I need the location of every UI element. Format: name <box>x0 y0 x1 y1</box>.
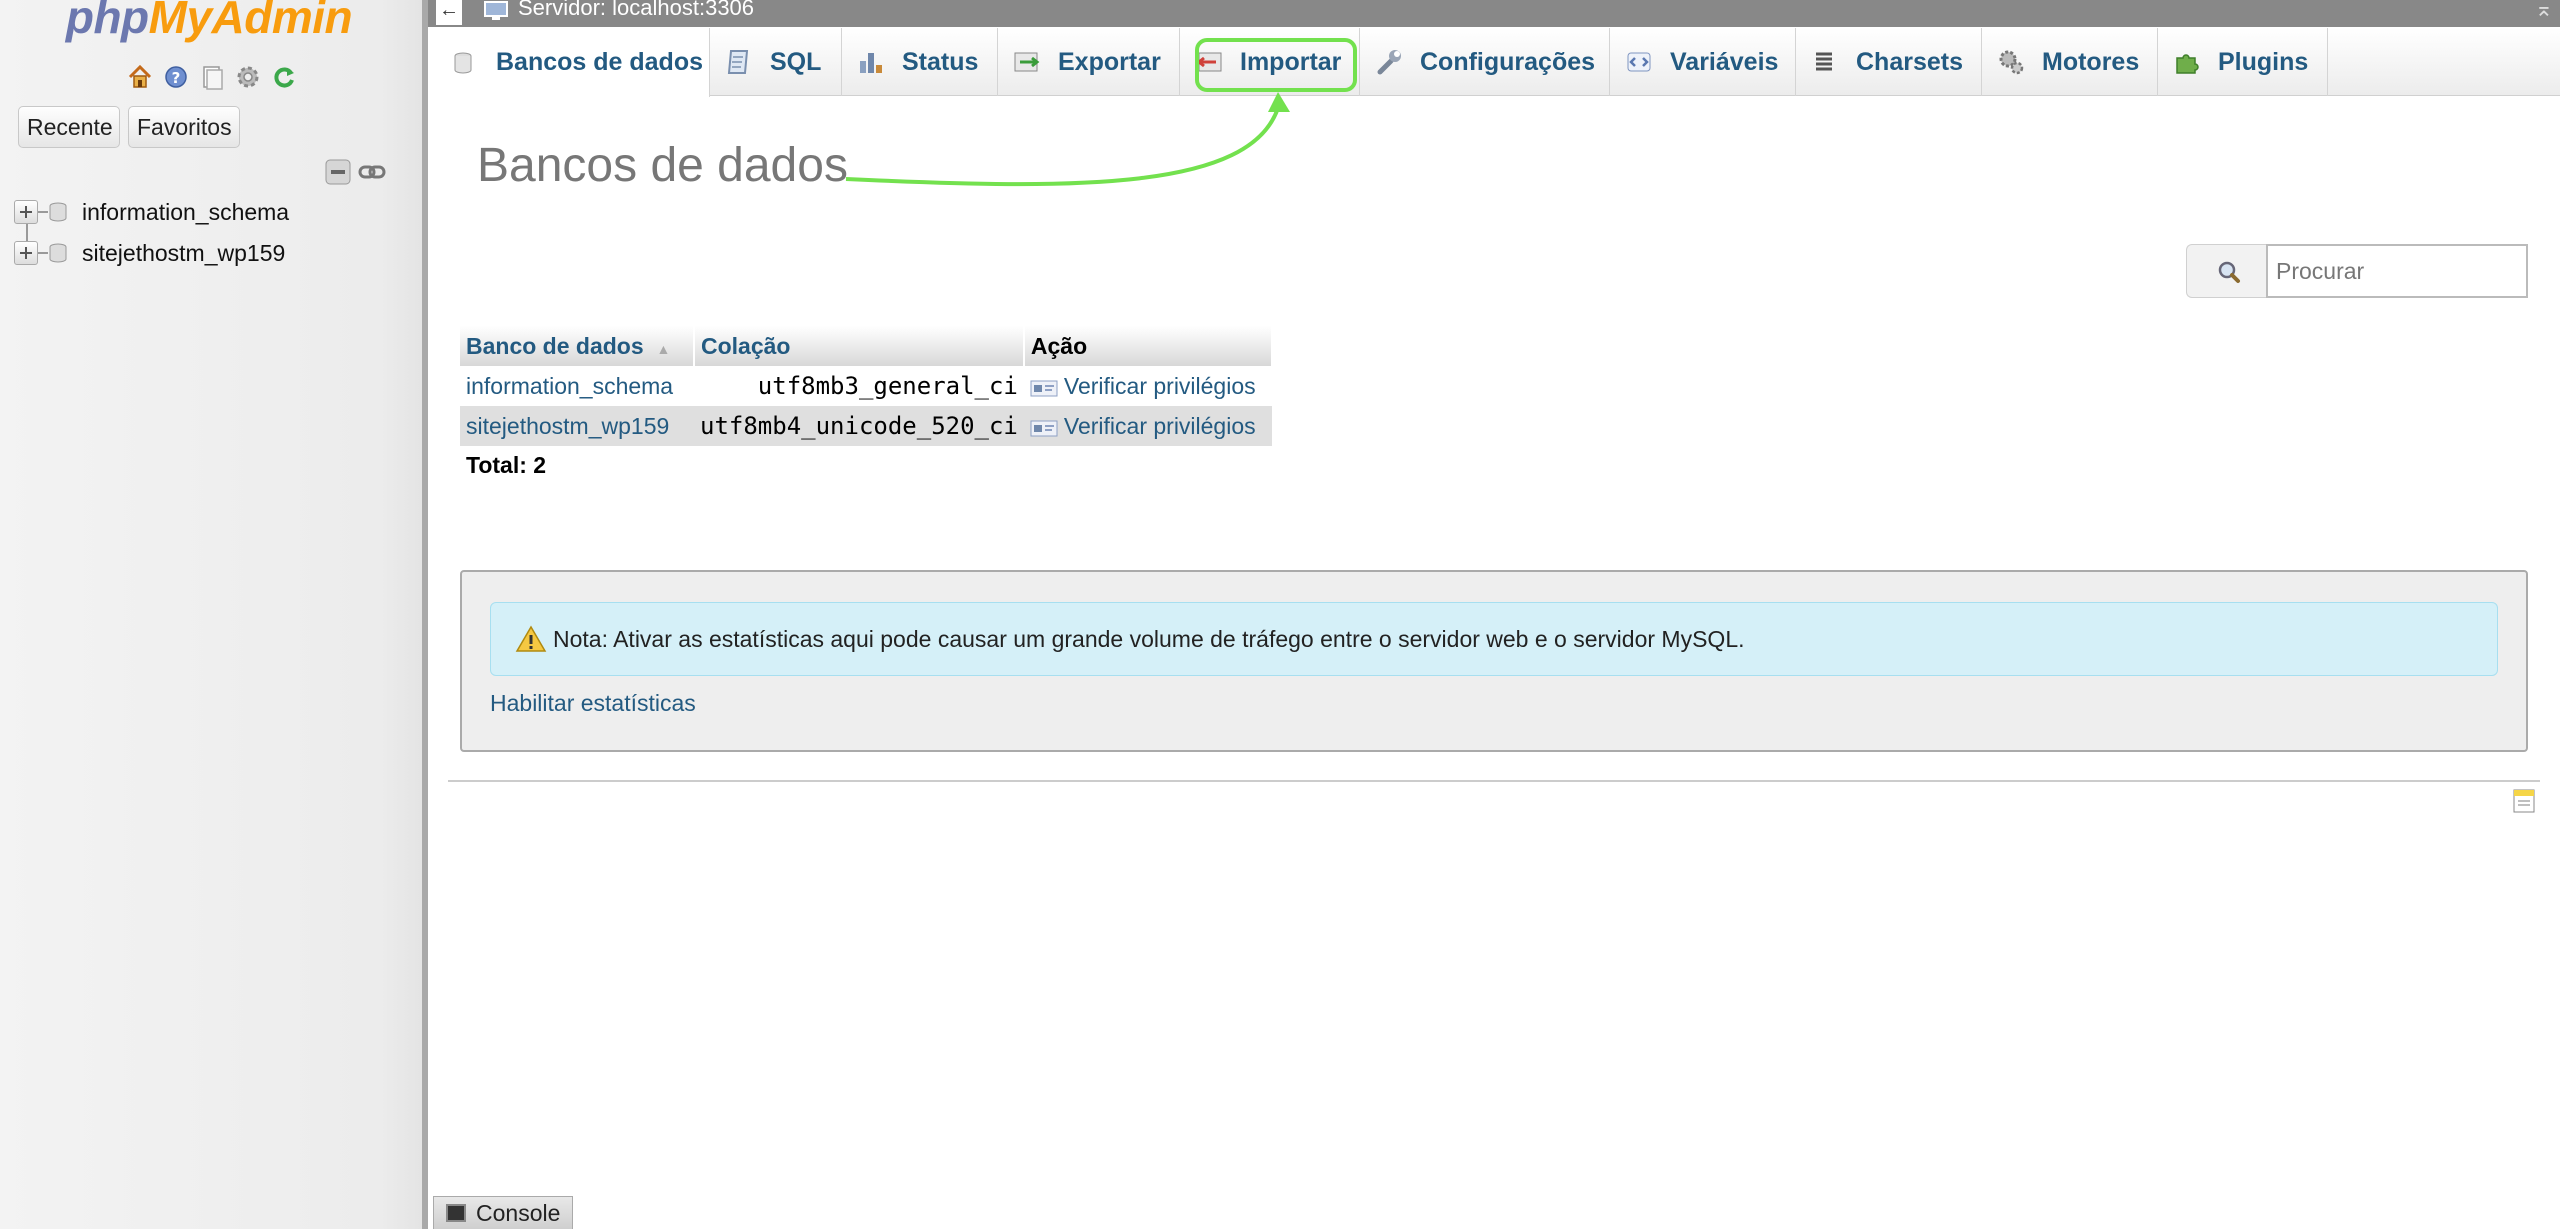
wrench-icon <box>1374 47 1404 77</box>
top-menu-tabs: Bancos de dados SQL Status Exportar Impo… <box>436 28 2560 97</box>
status-icon <box>856 47 886 77</box>
tree-item-label[interactable]: information_schema <box>82 199 289 226</box>
tab-engines[interactable]: Motores <box>1982 28 2158 96</box>
docs-icon[interactable] <box>198 63 226 91</box>
collation-value: utf8mb3_general_ci <box>694 366 1024 406</box>
enable-statistics-link[interactable]: Habilitar estatísticas <box>490 690 696 717</box>
tab-settings[interactable]: Configurações <box>1360 28 1610 96</box>
database-name-link[interactable]: information_schema <box>460 366 694 406</box>
check-privileges-link[interactable]: Verificar privilégios <box>1023 406 1272 446</box>
server-icon <box>483 0 509 22</box>
import-icon <box>1194 47 1224 77</box>
tab-databases[interactable]: Bancos de dados <box>436 28 710 97</box>
table-total: Total: 2 <box>466 452 547 478</box>
page-settings-icon[interactable] <box>2512 788 2536 814</box>
column-header-action: Ação <box>1023 326 1273 366</box>
table-header-row: Banco de dados ▲ Colação Ação <box>460 326 1273 366</box>
notice-message: Nota: Ativar as estatísticas aqui pode c… <box>490 602 2498 676</box>
tab-export[interactable]: Exportar <box>998 28 1180 96</box>
home-icon[interactable] <box>126 63 154 91</box>
privileges-icon <box>1030 377 1058 397</box>
privileges-icon <box>1030 417 1058 437</box>
column-header-collation[interactable]: Colação <box>694 326 1025 366</box>
column-header-database[interactable]: Banco de dados ▲ <box>460 326 695 366</box>
expand-icon[interactable] <box>14 200 38 224</box>
favorites-button[interactable]: Favoritos <box>128 106 240 148</box>
notice-text: Nota: Ativar as estatísticas aqui pode c… <box>553 625 1745 652</box>
tab-sql[interactable]: SQL <box>710 28 842 96</box>
console-toggle[interactable]: Console <box>433 1196 573 1229</box>
database-icon <box>48 201 68 223</box>
database-icon <box>48 242 68 264</box>
recent-button[interactable]: Recente <box>18 106 120 148</box>
databases-table: Banco de dados ▲ Colação Ação informatio… <box>460 326 1273 446</box>
navigation-panel: phpMyAdmin ? Recente Favoritos informati… <box>0 0 428 1229</box>
tree-item-label[interactable]: sitejethostm_wp159 <box>82 240 285 267</box>
statistics-fieldset: Nota: Ativar as estatísticas aqui pode c… <box>460 570 2528 752</box>
table-row: information_schema utf8mb3_general_ci Ve… <box>460 366 1272 406</box>
sort-ascending-icon: ▲ <box>656 340 671 357</box>
settings-icon[interactable] <box>234 63 262 91</box>
database-search <box>2186 244 2528 298</box>
tab-plugins[interactable]: Plugins <box>2158 28 2328 96</box>
tab-variables[interactable]: Variáveis <box>1610 28 1796 96</box>
warning-icon <box>515 624 547 654</box>
table-row: sitejethostm_wp159 utf8mb4_unicode_520_c… <box>460 406 1272 446</box>
sql-icon <box>724 47 754 77</box>
charsets-icon <box>1810 47 1840 77</box>
search-input[interactable] <box>2266 244 2528 298</box>
phpmyadmin-logo[interactable]: phpMyAdmin <box>0 0 418 44</box>
sort-by-database-link[interactable]: Banco de dados <box>466 333 644 359</box>
server-breadcrumb-bar: ← Servidor: localhost:3306 ⌅ <box>428 0 2560 27</box>
export-icon <box>1012 47 1042 77</box>
svg-text:?: ? <box>172 69 181 87</box>
collapse-arrow-icon[interactable]: ⌅ <box>2532 0 2556 23</box>
tree-connector <box>38 252 48 254</box>
tree-item-database[interactable]: information_schema <box>14 195 289 229</box>
collapse-all-icon[interactable] <box>324 158 352 186</box>
page-title: Bancos de dados <box>477 139 848 192</box>
console-label: Console <box>476 1199 561 1226</box>
check-privileges-link[interactable]: Verificar privilégios <box>1023 366 1272 406</box>
help-icon[interactable]: ? <box>162 63 190 91</box>
server-link[interactable]: Servidor: localhost:3306 <box>518 0 754 19</box>
database-icon <box>450 48 480 78</box>
tab-charsets[interactable]: Charsets <box>1796 28 1982 96</box>
search-icon-box <box>2186 244 2268 298</box>
plugin-icon <box>2172 47 2202 77</box>
divider <box>448 780 2540 782</box>
tab-import[interactable]: Importar <box>1180 28 1360 96</box>
console-icon <box>446 1204 466 1222</box>
tree-item-database[interactable]: sitejethostm_wp159 <box>14 236 285 270</box>
back-arrow-icon[interactable]: ← <box>436 0 462 25</box>
search-icon <box>2218 261 2240 283</box>
collation-value: utf8mb4_unicode_520_ci <box>694 406 1024 446</box>
link-with-main-panel-icon[interactable] <box>358 160 386 184</box>
engines-icon <box>1996 47 2026 77</box>
variables-icon <box>1624 47 1654 77</box>
database-name-link[interactable]: sitejethostm_wp159 <box>460 406 694 446</box>
expand-icon[interactable] <box>14 241 38 265</box>
tree-connector <box>38 211 48 213</box>
tab-status[interactable]: Status <box>842 28 998 96</box>
reload-icon[interactable] <box>270 63 298 91</box>
sort-by-collation-link[interactable]: Colação <box>701 333 790 359</box>
nav-icon-bar: ? <box>126 62 298 92</box>
